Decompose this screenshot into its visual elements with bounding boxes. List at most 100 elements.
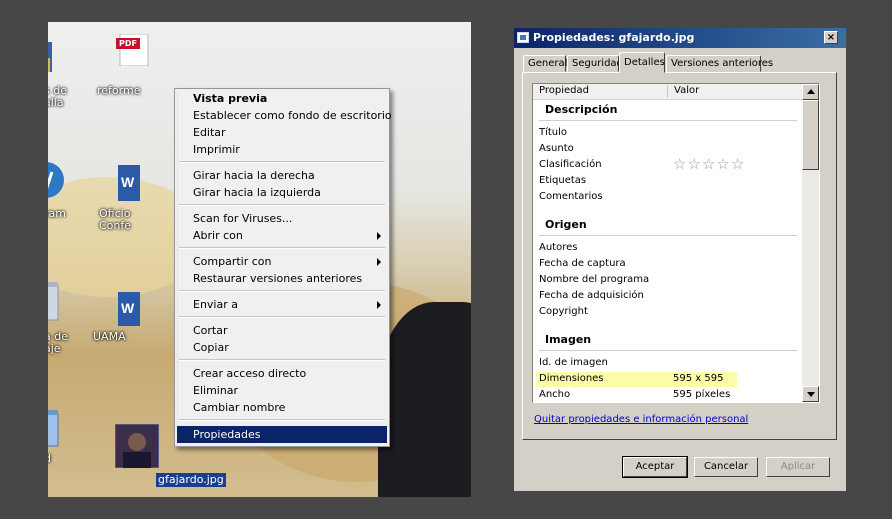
details-list[interactable]: Propiedad Valor Descripción Título Asunt…: [532, 83, 820, 403]
svg-text:W: W: [121, 174, 135, 190]
star-icon[interactable]: ☆: [673, 155, 687, 173]
menu-item-restaurar-versiones[interactable]: Restaurar versiones anteriores: [177, 270, 387, 287]
vertical-scrollbar[interactable]: [802, 84, 819, 402]
desktop-icon-label: reforme: [97, 84, 141, 97]
property-clasificacion[interactable]: Clasificación: [539, 159, 602, 170]
ok-button[interactable]: Aceptar: [622, 456, 688, 478]
menu-item-enviar-a[interactable]: Enviar a: [177, 296, 387, 313]
tab-detalles[interactable]: Detalles: [619, 52, 665, 73]
tab-versiones-anteriores[interactable]: Versiones anteriores: [666, 55, 773, 72]
value-dimensiones: 595 x 595: [673, 373, 724, 384]
recycle-bin-icon: [48, 282, 59, 321]
desktop-icon-word-doc[interactable]: W: [118, 165, 140, 201]
menu-separator: [179, 359, 385, 361]
desktop-icon-word-doc-2[interactable]: W: [118, 292, 140, 326]
menu-separator: [179, 419, 385, 421]
word-document-icon: W: [118, 165, 140, 201]
menu-item-cortar[interactable]: Cortar: [177, 322, 387, 339]
desktop-icon-folder[interactable]: [48, 38, 56, 74]
column-header-valor[interactable]: Valor: [674, 84, 699, 98]
star-icon[interactable]: ☆: [716, 155, 730, 173]
property-asunto[interactable]: Asunto: [539, 143, 574, 154]
menu-separator: [179, 316, 385, 318]
section-divider: [539, 120, 797, 121]
property-fecha-captura[interactable]: Fecha de captura: [539, 258, 626, 269]
wallpaper-dark-figure: [378, 302, 471, 497]
arrow-up-icon: [807, 89, 815, 94]
property-fecha-adquisicion[interactable]: Fecha de adquisición: [539, 290, 644, 301]
star-icon[interactable]: ☆: [702, 155, 716, 173]
menu-item-cambiar-nombre[interactable]: Cambiar nombre: [177, 399, 387, 416]
desktop: s de alla PDF reforme ram W Oficio Confe…: [48, 22, 471, 497]
rating-stars[interactable]: ☆☆☆☆☆: [673, 157, 745, 172]
tab-general[interactable]: General: [523, 55, 567, 72]
selected-file-label[interactable]: gfajardo.jpg: [156, 473, 226, 487]
context-menu: Vista previa Establecer como fondo de es…: [174, 88, 392, 447]
menu-item-eliminar[interactable]: Eliminar: [177, 382, 387, 399]
value-ancho: 595 píxeles: [673, 389, 731, 400]
desktop-icon-recycle-bin-full[interactable]: [48, 408, 60, 448]
menu-item-compartir-con[interactable]: Compartir con: [177, 253, 387, 270]
image-thumbnail-icon: [114, 423, 160, 469]
menu-separator: [179, 204, 385, 206]
cancel-button[interactable]: Cancelar: [694, 457, 758, 477]
dialog-titlebar[interactable]: Propiedades: gfajardo.jpg ×: [514, 28, 846, 48]
menu-item-propiedades[interactable]: Propiedades: [177, 426, 387, 443]
arrow-down-icon: [807, 392, 815, 397]
tab-seguridad[interactable]: Seguridad: [567, 55, 623, 72]
section-divider: [539, 350, 797, 351]
menu-item-crear-acceso-directo[interactable]: Crear acceso directo: [177, 365, 387, 382]
scroll-up-button[interactable]: [802, 84, 819, 100]
dialog-title: Propiedades: gfajardo.jpg: [533, 31, 695, 44]
menu-item-abrir-con[interactable]: Abrir con: [177, 227, 387, 244]
remove-properties-link[interactable]: Quitar propiedades e información persona…: [534, 414, 748, 425]
submenu-arrow-icon: [377, 258, 381, 266]
desktop-icon-label: a de aje: [48, 330, 68, 355]
scroll-down-button[interactable]: [802, 386, 819, 402]
column-divider[interactable]: [667, 85, 668, 98]
menu-item-copiar[interactable]: Copiar: [177, 339, 387, 356]
svg-text:W: W: [121, 300, 135, 316]
desktop-icon-pdf[interactable]: PDF: [116, 33, 152, 67]
menu-item-editar[interactable]: Editar: [177, 124, 387, 141]
menu-item-girar-derecha[interactable]: Girar hacia la derecha: [177, 167, 387, 184]
menu-item-vista-previa[interactable]: Vista previa: [177, 90, 387, 107]
star-icon[interactable]: ☆: [731, 155, 745, 173]
desktop-icon-label: Oficio Confe: [99, 207, 132, 232]
property-autores[interactable]: Autores: [539, 242, 577, 253]
property-nombre-programa[interactable]: Nombre del programa: [539, 274, 649, 285]
menu-item-establecer-fondo[interactable]: Establecer como fondo de escritorio: [177, 107, 392, 124]
section-imagen: Imagen: [545, 333, 592, 346]
desktop-icon-recycle-bin[interactable]: [48, 280, 60, 324]
desktop-icon-label: UAMA: [93, 330, 126, 343]
desktop-icon-app[interactable]: [48, 158, 66, 202]
menu-item-girar-izquierda[interactable]: Girar hacia la izquierda: [177, 184, 387, 201]
apply-button[interactable]: Aplicar: [766, 457, 830, 477]
submenu-arrow-icon: [377, 232, 381, 240]
property-dimensiones[interactable]: Dimensiones: [539, 373, 604, 384]
property-copyright[interactable]: Copyright: [539, 306, 588, 317]
desktop-icon-image-file[interactable]: [114, 423, 160, 469]
column-header-propiedad[interactable]: Propiedad: [539, 84, 589, 98]
star-icon[interactable]: ☆: [687, 155, 701, 173]
menu-item-scan-viruses[interactable]: Scan for Viruses...: [177, 210, 387, 227]
property-titulo[interactable]: Título: [539, 127, 567, 138]
word-document-icon: W: [118, 292, 140, 326]
menu-separator: [179, 161, 385, 163]
close-button[interactable]: ×: [824, 31, 838, 44]
menu-separator: [179, 247, 385, 249]
menu-item-imprimir[interactable]: Imprimir: [177, 141, 387, 158]
property-id-imagen[interactable]: Id. de imagen: [539, 357, 608, 368]
recycle-bin-icon: [48, 410, 59, 447]
property-etiquetas[interactable]: Etiquetas: [539, 175, 586, 186]
property-ancho[interactable]: Ancho: [539, 389, 570, 400]
submenu-arrow-icon: [377, 301, 381, 309]
desktop-icon-label: ram: [48, 207, 66, 220]
section-descripcion: Descripción: [545, 103, 618, 116]
window-icon: [517, 32, 529, 43]
property-comentarios[interactable]: Comentarios: [539, 191, 603, 202]
section-origen: Origen: [545, 218, 587, 231]
menu-separator: [179, 290, 385, 292]
scroll-thumb[interactable]: [802, 100, 819, 170]
section-divider: [539, 235, 797, 236]
